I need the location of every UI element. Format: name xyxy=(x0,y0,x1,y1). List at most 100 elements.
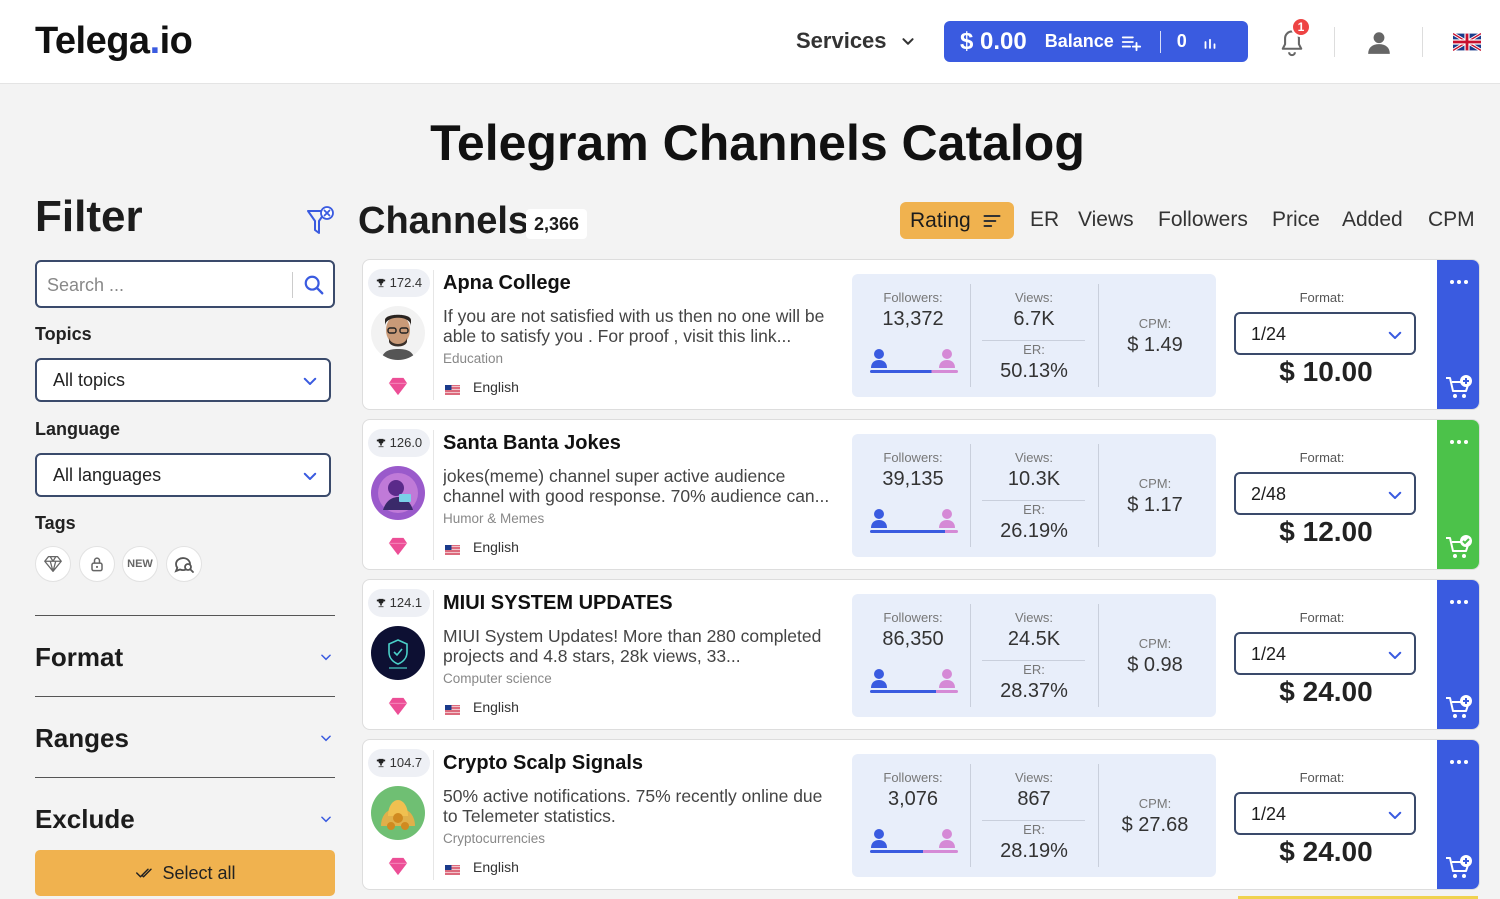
channel-name[interactable]: Apna College xyxy=(443,272,571,295)
sort-er[interactable]: ER xyxy=(1030,208,1059,232)
card-actions xyxy=(1437,740,1479,889)
format-select[interactable]: 1/24 xyxy=(1234,312,1416,355)
services-label: Services xyxy=(796,28,887,53)
tag-private[interactable] xyxy=(79,546,115,582)
topics-select[interactable]: All topics xyxy=(35,358,331,402)
channel-card: 124.1 MIUI SYSTEM UPDATES MIUI System Up… xyxy=(362,579,1480,730)
card-divider xyxy=(433,430,434,560)
format-label: Format: xyxy=(1299,450,1345,465)
filter-reset-icon[interactable] xyxy=(305,205,335,239)
trophy-icon xyxy=(376,435,386,450)
sort-price[interactable]: Price xyxy=(1272,208,1320,232)
more-options-icon[interactable] xyxy=(1447,272,1471,292)
search-icon[interactable] xyxy=(303,274,325,296)
gender-bar xyxy=(870,530,958,533)
lock-icon xyxy=(91,557,103,572)
tag-new[interactable]: NEW xyxy=(122,546,158,582)
card-divider xyxy=(433,270,434,400)
chat-search-icon xyxy=(174,557,194,573)
channel-language: English xyxy=(473,539,519,555)
format-select[interactable]: 2/48 xyxy=(1234,472,1416,515)
format-select[interactable]: 1/24 xyxy=(1234,632,1416,675)
chevron-down-icon xyxy=(1388,651,1402,659)
sort-views[interactable]: Views xyxy=(1078,208,1134,232)
channel-avatar[interactable] xyxy=(371,786,425,840)
er-value: 26.19% xyxy=(1000,520,1068,542)
stats-icon xyxy=(1204,38,1216,49)
rank-value: 126.0 xyxy=(389,435,423,450)
logo[interactable]: Telega.io xyxy=(35,20,193,63)
channel-description: MIUI System Updates! More than 280 compl… xyxy=(443,626,822,666)
more-options-icon[interactable] xyxy=(1447,592,1471,612)
diamond-icon xyxy=(387,696,409,716)
tag-premium[interactable] xyxy=(35,546,71,582)
format-section[interactable]: Format xyxy=(35,642,335,673)
channel-name[interactable]: Crypto Scalp Signals xyxy=(443,752,643,775)
topics-label: Topics xyxy=(35,324,92,344)
services-menu[interactable]: Services xyxy=(796,28,919,54)
exclude-section[interactable]: Exclude xyxy=(35,804,335,835)
tags-label: Tags xyxy=(35,513,76,533)
views-label: Views: xyxy=(1014,450,1054,465)
add-to-cart-icon[interactable] xyxy=(1445,374,1473,402)
uk-flag-icon[interactable] xyxy=(1453,33,1481,51)
add-to-cart-icon[interactable] xyxy=(1445,854,1473,882)
channel-stats: Followers: 13,372 Views: 6.7K ER: 50.13%… xyxy=(852,274,1216,397)
more-options-icon[interactable] xyxy=(1447,432,1471,452)
header-divider xyxy=(1422,27,1423,57)
channel-avatar[interactable] xyxy=(371,306,425,360)
gender-bar xyxy=(870,370,958,373)
search-box xyxy=(35,260,335,308)
add-to-cart-icon[interactable] xyxy=(1445,694,1473,722)
chevron-down-icon xyxy=(321,654,331,661)
channel-avatar[interactable] xyxy=(371,626,425,680)
channel-avatar[interactable] xyxy=(371,466,425,520)
channel-language: English xyxy=(473,859,519,875)
ranges-section[interactable]: Ranges xyxy=(35,723,335,754)
sort-added[interactable]: Added xyxy=(1342,208,1403,232)
header-divider xyxy=(1334,27,1335,57)
cart-added-icon[interactable] xyxy=(1445,534,1473,562)
card-actions xyxy=(1437,260,1479,409)
format-value: 1/24 xyxy=(1251,804,1287,824)
channels-title: Channels xyxy=(358,200,530,242)
female-icon xyxy=(938,508,956,528)
us-flag-icon xyxy=(445,542,460,556)
sort-cpm[interactable]: CPM xyxy=(1428,208,1475,232)
stats-divider xyxy=(982,820,1085,821)
format-select[interactable]: 1/24 xyxy=(1234,792,1416,835)
male-icon xyxy=(870,828,888,848)
female-icon xyxy=(938,348,956,368)
rank-value: 124.1 xyxy=(389,595,423,610)
user-icon[interactable] xyxy=(1366,29,1392,55)
channel-card: 172.4 Apna College If you are not satisf… xyxy=(362,259,1480,410)
chevron-down-icon xyxy=(321,816,331,823)
channel-name[interactable]: MIUI SYSTEM UPDATES xyxy=(443,592,673,615)
channel-name[interactable]: Santa Banta Jokes xyxy=(443,432,621,455)
views-value: 24.5K xyxy=(1007,628,1061,650)
sort-icon xyxy=(983,214,1001,227)
search-input[interactable] xyxy=(47,272,287,298)
more-options-icon[interactable] xyxy=(1447,752,1471,772)
cpm-value: $ 1.49 xyxy=(1127,334,1183,356)
balance-button[interactable]: $ 0.00 Balance 0 xyxy=(944,21,1248,62)
gender-bar xyxy=(870,850,958,853)
trophy-icon xyxy=(376,275,386,290)
rank-badge: 124.1 xyxy=(368,589,431,617)
chevron-down-icon xyxy=(1388,811,1402,819)
sort-rating-button[interactable]: Rating xyxy=(900,202,1014,239)
language-select[interactable]: All languages xyxy=(35,453,331,497)
format-label: Format: xyxy=(1299,290,1345,305)
sort-followers[interactable]: Followers xyxy=(1158,208,1248,232)
channel-language: English xyxy=(473,699,519,715)
diamond-icon xyxy=(44,556,62,572)
select-all-button[interactable]: Select all xyxy=(35,850,335,896)
female-icon xyxy=(938,668,956,688)
exclude-section-label: Exclude xyxy=(35,804,135,834)
format-value: 1/24 xyxy=(1251,644,1287,664)
stats-divider xyxy=(982,500,1085,501)
card-divider xyxy=(433,590,434,720)
channel-category: Education xyxy=(443,351,504,366)
tag-comments[interactable] xyxy=(166,546,202,582)
male-icon xyxy=(870,668,888,688)
